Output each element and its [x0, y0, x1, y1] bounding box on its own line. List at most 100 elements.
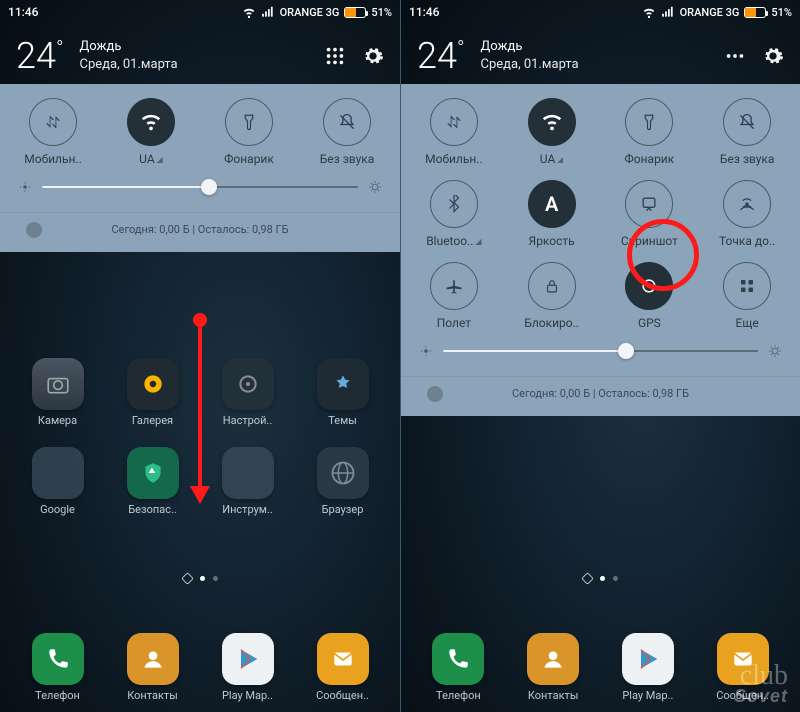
brightness-slider[interactable] — [401, 330, 800, 368]
status-bar: 11:46 ORANGE 3G 51% — [0, 0, 400, 24]
status-time: 11:46 — [409, 5, 439, 19]
qs-brightness-mode[interactable]: A Яркость — [508, 180, 596, 248]
weather-condition: Дождь — [80, 38, 178, 56]
status-battery-pct: 51% — [771, 6, 792, 19]
settings-app-icon — [235, 371, 261, 397]
wifi-toggle-icon — [140, 111, 162, 133]
data-usage-text: Сегодня: 0,00 Б | Осталось: 0,98 ГБ — [512, 387, 689, 400]
auto-brightness-letter-icon: A — [545, 192, 558, 216]
status-bar: 11:46 ORANGE 3G 51% — [401, 0, 800, 24]
data-usage-footer[interactable]: Сегодня: 0,00 Б | Осталось: 0,98 ГБ — [401, 376, 800, 412]
flashlight-icon — [240, 113, 258, 131]
qs-mobile-data[interactable]: Мобильн.. — [410, 98, 498, 166]
data-usage-footer[interactable]: Сегодня: 0,00 Б | Осталось: 0,98 ГБ — [0, 212, 400, 248]
brightness-low-icon — [419, 344, 433, 358]
phone-icon — [45, 646, 71, 672]
screenshot-left: 11:46 ORANGE 3G 51% 24° Дождь Среда, 01.… — [0, 0, 400, 712]
screenshot-right: 11:46 ORANGE 3G 51% 24° Дождь Среда, 01.… — [400, 0, 800, 712]
data-usage-text: Сегодня: 0,00 Б | Осталось: 0,98 ГБ — [111, 223, 288, 236]
status-battery-pct: 51% — [371, 6, 392, 19]
qs-mobile-data[interactable]: Мобильн.. — [9, 98, 97, 166]
weather-date: Среда, 01.марта — [481, 56, 579, 74]
gear-icon[interactable] — [362, 45, 384, 67]
hotspot-icon — [737, 194, 757, 214]
dock-play-store[interactable]: Play Мар.. — [208, 633, 288, 702]
qs-wifi[interactable]: UA◢ — [107, 98, 195, 166]
app-themes[interactable]: Темы — [303, 358, 383, 427]
brightness-auto-icon[interactable] — [368, 180, 382, 194]
brightness-thumb[interactable] — [201, 179, 217, 195]
qs-mute[interactable]: Без звука — [703, 98, 791, 166]
dock-play-store[interactable]: Play Мар.. — [608, 633, 688, 702]
bluetooth-icon — [445, 195, 463, 213]
weather-degree: ° — [56, 36, 64, 60]
camera-icon — [45, 371, 71, 397]
signal-icon — [261, 5, 275, 19]
app-camera[interactable]: Камера — [18, 358, 98, 427]
app-browser[interactable]: Браузер — [303, 447, 383, 516]
flashlight-icon — [640, 113, 658, 131]
brightness-slider[interactable] — [0, 166, 400, 204]
qs-lock[interactable]: Блокиро.. — [508, 262, 596, 330]
wifi-icon — [242, 5, 256, 19]
data-usage-indicator — [26, 222, 42, 238]
watermark: club Sovet — [734, 663, 788, 704]
data-usage-indicator — [427, 386, 443, 402]
qs-flashlight[interactable]: Фонарик — [205, 98, 293, 166]
app-gallery[interactable]: Галерея — [113, 358, 193, 427]
qs-more[interactable]: Еще — [703, 262, 791, 330]
more-horizontal-icon[interactable] — [724, 45, 746, 67]
gallery-icon — [140, 371, 166, 397]
brightness-low-icon — [18, 180, 32, 194]
dock-phone[interactable]: Телефон — [18, 633, 98, 702]
weather-condition: Дождь — [481, 38, 579, 56]
message-icon — [330, 646, 356, 672]
shield-icon — [140, 460, 166, 486]
more-grid-icon — [738, 277, 756, 295]
status-carrier: ORANGE 3G — [680, 6, 740, 19]
contacts-icon — [540, 646, 566, 672]
app-google-folder[interactable]: Google — [18, 447, 98, 516]
grid-icon[interactable] — [324, 45, 346, 67]
brightness-auto-icon[interactable] — [768, 344, 782, 358]
play-store-icon — [634, 645, 662, 673]
dock-contacts[interactable]: Контакты — [513, 633, 593, 702]
dock-phone[interactable]: Телефон — [418, 633, 498, 702]
app-settings[interactable]: Настрой.. — [208, 358, 288, 427]
gps-icon — [639, 276, 659, 296]
page-indicator[interactable] — [401, 576, 800, 583]
app-tools-folder[interactable]: Инструм.. — [208, 447, 288, 516]
dock-contacts[interactable]: Контакты — [113, 633, 193, 702]
weather-header[interactable]: 24° Дождь Среда, 01.марта — [0, 24, 400, 84]
status-carrier: ORANGE 3G — [280, 6, 340, 19]
airplane-icon — [444, 276, 464, 296]
qs-mute[interactable]: Без звука — [303, 98, 391, 166]
globe-icon — [329, 459, 357, 487]
weather-temp: 24 — [16, 35, 56, 77]
lock-icon — [543, 277, 561, 295]
gear-icon[interactable] — [762, 45, 784, 67]
quick-settings-panel-expanded[interactable]: Мобильн.. UA◢ Фонарик Без звука — [401, 84, 800, 416]
wifi-toggle-icon — [541, 111, 563, 133]
qs-wifi[interactable]: UA◢ — [508, 98, 596, 166]
page-indicator[interactable] — [0, 576, 400, 583]
mobile-data-icon — [43, 112, 63, 132]
status-time: 11:46 — [8, 5, 38, 19]
mobile-data-icon — [444, 112, 464, 132]
qs-screenshot[interactable]: Скриншот — [605, 180, 693, 248]
quick-settings-panel[interactable]: Мобильн.. UA◢ Фонарик Без звука — [0, 84, 400, 252]
phone-icon — [445, 646, 471, 672]
app-security[interactable]: Безопас.. — [113, 447, 193, 516]
wifi-icon — [642, 5, 656, 19]
weather-header[interactable]: 24° Дождь Среда, 01.марта — [401, 24, 800, 84]
qs-hotspot[interactable]: Точка до.. — [703, 180, 791, 248]
brightness-track[interactable] — [443, 350, 758, 352]
contacts-icon — [140, 646, 166, 672]
qs-bluetooth[interactable]: Bluetoo..◢ — [410, 180, 498, 248]
dock-messages[interactable]: Сообщен.. — [303, 633, 383, 702]
qs-gps[interactable]: GPS — [605, 262, 693, 330]
qs-airplane[interactable]: Полет — [410, 262, 498, 330]
qs-flashlight[interactable]: Фонарик — [605, 98, 693, 166]
brightness-track[interactable] — [42, 186, 358, 188]
brightness-thumb[interactable] — [618, 343, 634, 359]
